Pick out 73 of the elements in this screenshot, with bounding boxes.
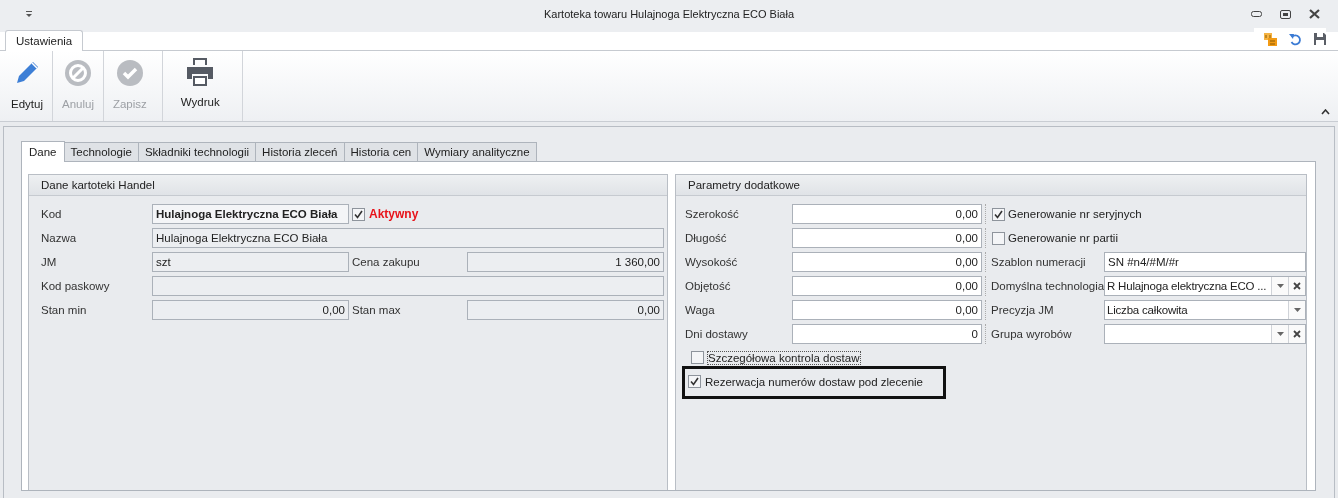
minimize-icon[interactable]	[1251, 11, 1262, 17]
input-field[interactable]	[152, 276, 664, 296]
ribbon-tab[interactable]: Ustawienia	[5, 30, 84, 51]
input-field[interactable]: Hulajnoga Elektryczna ECO Biała	[152, 204, 349, 224]
x-icon	[1293, 330, 1301, 338]
dropdown-field[interactable]: R Hulajnoga elektryczna ECO ...	[1104, 276, 1306, 296]
refresh-icon[interactable]	[1289, 32, 1302, 46]
field-label: Nazwa	[41, 232, 78, 244]
input-field[interactable]: 0,00	[792, 252, 982, 272]
input-field[interactable]: 0,00	[467, 300, 664, 320]
maximize-icon[interactable]	[1280, 9, 1291, 19]
checkmark-icon	[115, 59, 144, 87]
checkbox[interactable]	[992, 207, 1005, 221]
field-label: Grupa wyrobów	[985, 324, 1101, 344]
field-label: Dni dostawy	[685, 328, 749, 340]
save-icon[interactable]	[1314, 33, 1326, 45]
field-label: Precyzja JM	[985, 300, 1101, 320]
close-icon[interactable]	[1309, 9, 1320, 19]
checkbox-label: Generowanie nr seryjnych	[1008, 208, 1142, 220]
input-field[interactable]: Hulajnoga Elektryczna ECO Biała	[152, 228, 664, 248]
ribbon-button[interactable]: Edytuj	[2, 51, 52, 121]
field-label: Waga	[685, 304, 716, 316]
field-label: Kod	[41, 208, 63, 220]
ribbon-button[interactable]: Wydruk	[164, 51, 236, 119]
checkbox[interactable]	[352, 207, 365, 221]
dropdown-arrow-icon	[1293, 308, 1301, 312]
x-icon	[1293, 282, 1301, 290]
checkbox-label: Generowanie nr partii	[1008, 232, 1118, 244]
field-label: Szerokość	[685, 208, 740, 220]
field-label: Długość	[685, 232, 728, 244]
cancel-icon	[63, 59, 92, 87]
checkbox-label: Szczegółowa kontrola dostaw	[708, 351, 860, 364]
checkbox-label: Rezerwacja numerów dostaw pod zlecenie	[705, 375, 923, 388]
clear-button[interactable]	[1288, 325, 1305, 343]
input-field[interactable]: 0,00	[792, 276, 982, 296]
field-label: JM	[41, 256, 58, 268]
window-title: Kartoteka towaru Hulajnoga Elektryczna ECO Biała	[543, 8, 795, 20]
collapse-icon[interactable]	[1321, 109, 1330, 115]
input-field[interactable]: 0,00	[792, 204, 982, 224]
field-label: Stan max	[352, 304, 402, 316]
tab[interactable]: Wymiary analityczne	[417, 142, 537, 161]
panel-title: Parametry dodatkowe	[676, 175, 1306, 196]
checkbox[interactable]	[688, 375, 701, 388]
checkbox-label: Aktywny	[369, 207, 419, 221]
checkbox[interactable]	[691, 351, 704, 364]
dropdown-field[interactable]	[1104, 324, 1306, 344]
printer-icon	[185, 57, 216, 87]
checkbox[interactable]	[992, 231, 1005, 245]
field-label: Kod paskowy	[41, 280, 111, 292]
field-label: Szablon numeracji	[985, 252, 1101, 272]
input-field[interactable]: szt	[152, 252, 349, 272]
input-field[interactable]: 0,00	[152, 300, 349, 320]
input-field[interactable]: 1 360,00	[467, 252, 664, 272]
input-field[interactable]: 0	[792, 324, 982, 344]
dropdown-arrow-icon	[1276, 284, 1284, 288]
field-label: Objętość	[685, 280, 732, 292]
menu-caret-icon[interactable]	[25, 10, 33, 18]
panel-title: Dane kartoteki Handel	[29, 175, 667, 196]
tab[interactable]: Dane	[21, 141, 65, 162]
tab[interactable]: Historia cen	[343, 142, 419, 161]
input-field[interactable]: SN #n4/#M/#r	[1104, 252, 1306, 272]
tab[interactable]: Historia zleceń	[255, 142, 345, 161]
dropdown-arrow-icon	[1276, 332, 1284, 336]
dropdown-field[interactable]: Liczba całkowita	[1104, 300, 1306, 320]
code-variable-icon[interactable]	[1264, 32, 1277, 46]
input-field[interactable]: 0,00	[792, 300, 982, 320]
field-label: Wysokość	[685, 256, 739, 268]
clear-button[interactable]	[1288, 277, 1305, 295]
field-label: Cena zakupu	[352, 256, 421, 268]
tab[interactable]: Składniki technologii	[137, 142, 257, 161]
tab[interactable]: Technologie	[63, 142, 139, 161]
input-field[interactable]: 0,00	[792, 228, 982, 248]
field-label: Stan min	[41, 304, 88, 316]
